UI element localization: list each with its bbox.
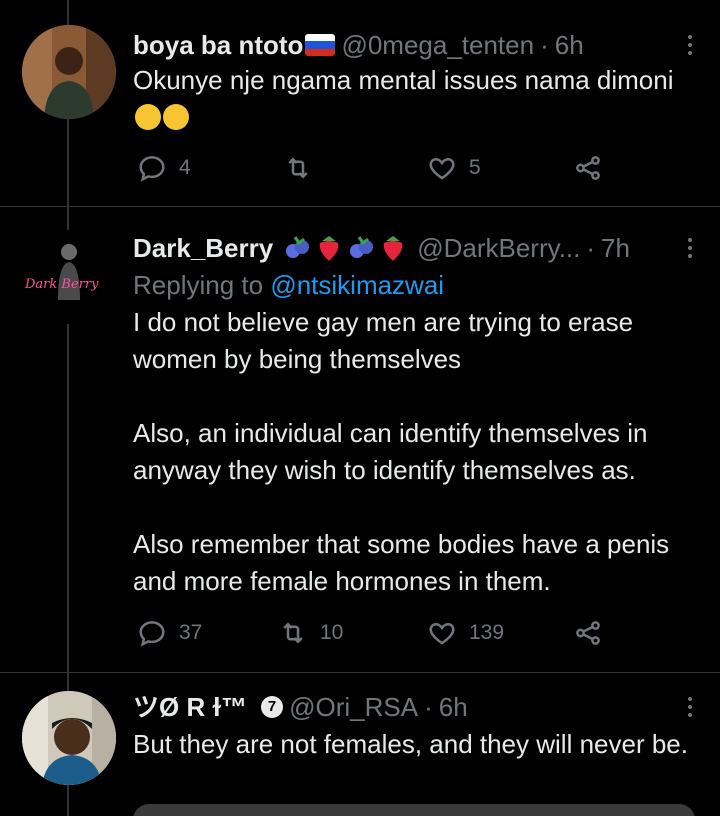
display-name[interactable]: boya ba ntoto bbox=[133, 28, 303, 62]
like-button[interactable]: 5 bbox=[427, 153, 481, 183]
emoji-icon bbox=[135, 104, 161, 130]
tweet-header: boya ba ntoto @0mega_tenten · 6h bbox=[133, 28, 700, 62]
like-icon bbox=[429, 622, 455, 645]
handle[interactable]: @Ori_RSA bbox=[289, 690, 418, 724]
separator: · bbox=[424, 692, 433, 722]
retweet-icon bbox=[283, 622, 303, 644]
more-icon[interactable] bbox=[680, 231, 700, 265]
retweet-icon bbox=[288, 157, 308, 179]
avatar[interactable] bbox=[22, 691, 116, 785]
more-icon[interactable] bbox=[680, 690, 700, 724]
avatar[interactable] bbox=[22, 25, 116, 119]
more-icon[interactable] bbox=[680, 28, 700, 62]
strawberry-icon bbox=[319, 236, 339, 261]
like-button[interactable]: 139 bbox=[427, 618, 504, 648]
badge-icon: 7 bbox=[261, 696, 284, 718]
reply-button[interactable]: 4 bbox=[137, 153, 191, 183]
retweet-count: 10 bbox=[320, 621, 344, 644]
tweet-1[interactable]: boya ba ntoto @0mega_tenten · 6h Okunye … bbox=[0, 0, 720, 205]
like-icon bbox=[429, 157, 455, 180]
share-icon bbox=[576, 156, 600, 180]
tweet-text: But they are not females, and they will … bbox=[133, 729, 688, 759]
emoji-icon bbox=[163, 104, 189, 130]
blueberry-icon bbox=[350, 236, 374, 258]
avatar-photo: Dark Berry bbox=[22, 230, 116, 324]
retweet-button[interactable]: 10 bbox=[278, 618, 343, 648]
timestamp[interactable]: 6h bbox=[555, 28, 584, 62]
display-name[interactable]: ツØ R ɫ™ bbox=[133, 690, 247, 724]
avatar[interactable]: Dark Berry bbox=[22, 230, 116, 324]
share-icon bbox=[576, 621, 600, 645]
tweet-actions: 4 5 bbox=[133, 153, 613, 189]
replying-to: Replying to @ntsikimazwai bbox=[133, 270, 445, 300]
reply-button[interactable]: 37 bbox=[137, 618, 202, 648]
avatar-text: Dark Berry bbox=[24, 277, 99, 292]
timestamp[interactable]: 7h bbox=[601, 231, 630, 265]
reply-count: 37 bbox=[179, 621, 203, 644]
reply-count: 4 bbox=[179, 156, 191, 179]
tweet-actions: 37 10 139 bbox=[133, 618, 613, 654]
separator: · bbox=[540, 30, 549, 60]
replying-to-mention[interactable]: @ntsikimazwai bbox=[270, 270, 444, 300]
tweet-text: I do not believe gay men are trying to e… bbox=[133, 307, 670, 596]
timestamp[interactable]: 6h bbox=[439, 690, 468, 724]
retweet-button[interactable] bbox=[283, 153, 325, 183]
tweet-3[interactable]: ツØ R ɫ™ 7 @Ori_RSA · 6h But they are not… bbox=[0, 673, 720, 816]
reply-icon bbox=[139, 156, 165, 182]
media-preview[interactable] bbox=[133, 804, 695, 816]
handle[interactable]: @DarkBerry... bbox=[417, 231, 580, 265]
separator: · bbox=[586, 233, 596, 263]
reply-icon bbox=[139, 621, 165, 647]
avatar-photo bbox=[22, 25, 116, 119]
like-count: 139 bbox=[469, 621, 505, 644]
share-button[interactable] bbox=[573, 618, 603, 648]
tweet-header: ツØ R ɫ™ 7 @Ori_RSA · 6h bbox=[133, 690, 700, 724]
like-count: 5 bbox=[469, 156, 481, 179]
blueberry-icon bbox=[286, 236, 310, 258]
tweet-header: Dark_Berry @DarkBerry... · 7h bbox=[133, 231, 700, 265]
share-button[interactable] bbox=[573, 153, 603, 183]
timeline: boya ba ntoto @0mega_tenten · 6h Okunye … bbox=[0, 0, 720, 816]
avatar-photo bbox=[22, 691, 116, 785]
tweet-2[interactable]: Dark Berry Dark_Berry @DarkBerry... · 7h… bbox=[0, 207, 720, 672]
handle[interactable]: @0mega_tenten bbox=[341, 28, 534, 62]
display-name[interactable]: Dark_Berry bbox=[133, 231, 273, 265]
flag-icon bbox=[305, 34, 336, 56]
strawberry-icon bbox=[383, 236, 403, 261]
tweet-text: Okunye nje ngama mental issues nama dimo… bbox=[133, 62, 700, 136]
